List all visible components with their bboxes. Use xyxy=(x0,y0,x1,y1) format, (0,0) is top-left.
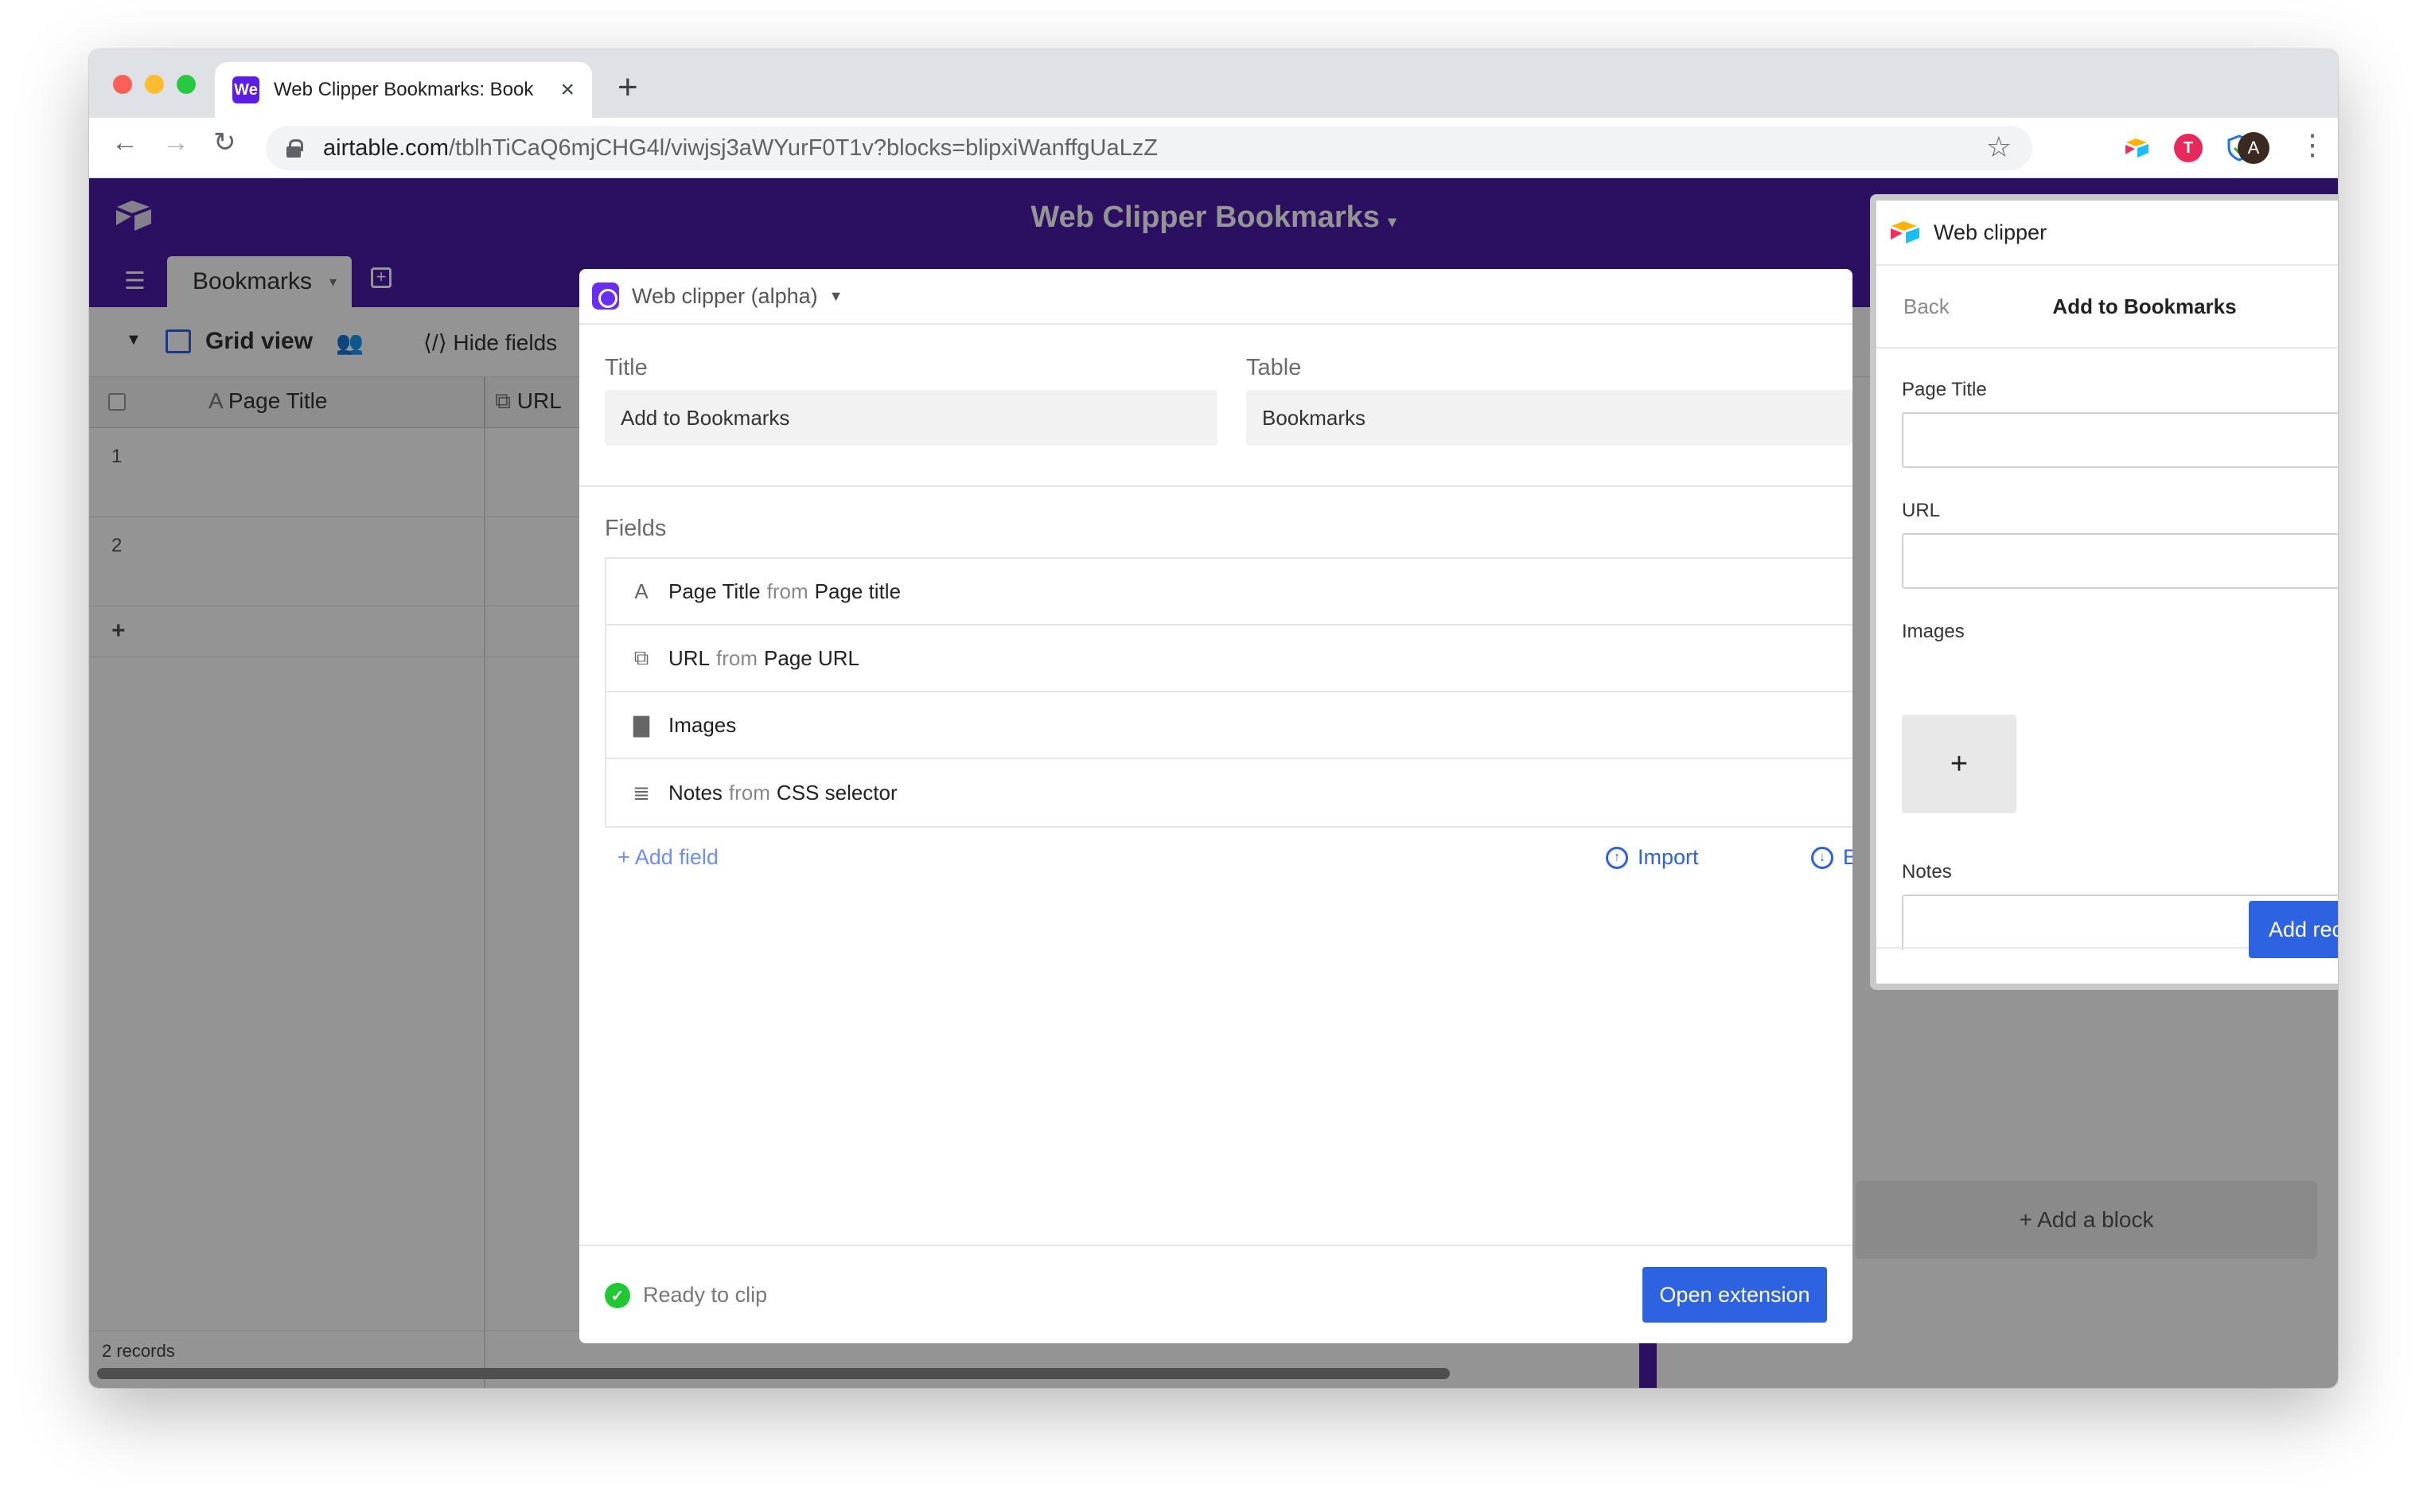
field-source: Page URL xyxy=(764,645,859,670)
modal-title: Web clipper (alpha) xyxy=(632,283,818,308)
open-extension-button[interactable]: Open extension xyxy=(1642,1267,1827,1323)
attachment-icon: ▇ xyxy=(633,712,649,737)
panel-subtitle: Add to Bookmarks xyxy=(2052,294,2237,318)
title-label: Title xyxy=(605,355,648,380)
reload-icon[interactable]: ↻ xyxy=(213,129,236,156)
browser-menu-icon[interactable]: ⋮ xyxy=(2298,131,2327,159)
address-bar[interactable]: airtable.com /tblhTiCaQ6mjCHG4l/viwjsj3a… xyxy=(266,126,2032,170)
field-from: from xyxy=(766,579,808,603)
url-field[interactable] xyxy=(1902,533,2338,589)
list-item[interactable]: ⧉ URL from Page URL xyxy=(606,625,1852,692)
page-title-field[interactable] xyxy=(1902,412,2338,468)
field-name: Page Title xyxy=(668,579,761,603)
upload-icon: ↑ xyxy=(1606,846,1628,869)
field-name: URL xyxy=(668,645,711,670)
t-extension-icon[interactable]: T xyxy=(2174,134,2203,162)
add-record-button[interactable]: Add record xyxy=(2249,901,2338,958)
tab-title: Web Clipper Bookmarks: Book xyxy=(274,79,534,100)
airtable-extension-icon[interactable] xyxy=(2123,134,2152,162)
maximize-window-button[interactable] xyxy=(177,75,196,94)
link-icon: ⧉ xyxy=(633,645,649,669)
list-item[interactable]: A Page Title from Page title xyxy=(606,559,1852,625)
panel-body: Web clipper ✕ Back Add to Bookmarks ••• … xyxy=(1876,201,2338,984)
browser-tab[interactable]: We Web Clipper Bookmarks: Book × xyxy=(215,62,592,118)
field-name: Notes xyxy=(668,780,723,805)
favicon-icon: We xyxy=(232,76,259,103)
list-item[interactable]: ▇ Images xyxy=(606,692,1852,759)
close-tab-icon[interactable]: × xyxy=(560,76,575,103)
panel-title: Web clipper xyxy=(1934,220,2047,244)
bookmark-star-icon[interactable]: ☆ xyxy=(1986,131,2012,164)
minimize-window-button[interactable] xyxy=(145,75,164,94)
browser-toolbar: ← → ↻ airtable.com /tblhTiCaQ6mjCHG4l/vi… xyxy=(89,118,2338,178)
web-clipper-icon xyxy=(592,283,619,310)
export-button[interactable]: ↓ Exp xyxy=(1811,845,1852,870)
panel-header: Web clipper ✕ xyxy=(1876,201,2338,266)
field-source: Page title xyxy=(814,579,902,603)
new-tab-icon[interactable]: + xyxy=(617,70,638,105)
url-path: /tblhTiCaQ6mjCHG4l/viwjsj3aWYurF0T1v?blo… xyxy=(448,134,1158,161)
browser-window: We Web Clipper Bookmarks: Book × + ← → ↻… xyxy=(89,49,2338,1388)
field-from: from xyxy=(728,780,770,805)
modal-header[interactable]: Web clipper (alpha) ▼ xyxy=(579,269,1852,325)
notes-label: Notes xyxy=(1902,861,1952,883)
tab-strip: We Web Clipper Bookmarks: Book × + xyxy=(89,49,2338,118)
panel-subheader: Back Add to Bookmarks ••• xyxy=(1876,266,2338,349)
page-title-label: Page Title xyxy=(1902,379,1987,400)
images-label: Images xyxy=(1902,621,1965,642)
table-select[interactable]: Bookmarks xyxy=(1246,390,1852,446)
chevron-down-icon[interactable]: ▼ xyxy=(829,288,843,305)
long-text-icon: ≣ xyxy=(633,780,650,805)
modal-footer: ✓ Ready to clip Open extension xyxy=(579,1245,1852,1343)
section-divider xyxy=(579,485,1852,487)
fields-list: A Page Title from Page title ⧉ URL from … xyxy=(605,557,1852,828)
back-arrow-icon[interactable]: ← xyxy=(111,129,138,156)
import-button[interactable]: ↑ Import xyxy=(1606,845,1699,870)
forward-arrow-icon[interactable]: → xyxy=(162,129,189,156)
add-field-button[interactable]: + Add field xyxy=(617,845,719,870)
title-input[interactable]: Add to Bookmarks xyxy=(605,390,1217,446)
url-label: URL xyxy=(1902,500,1941,521)
web-clipper-modal: Web clipper (alpha) ▼ Title Add to Bookm… xyxy=(579,269,1852,1343)
close-window-button[interactable] xyxy=(113,75,132,94)
check-circle-icon: ✓ xyxy=(605,1283,630,1308)
status-text: Ready to clip xyxy=(643,1283,768,1307)
export-label: Exp xyxy=(1843,845,1852,869)
profile-avatar[interactable]: A xyxy=(2238,132,2269,164)
field-name: Images xyxy=(668,712,737,737)
url-host: airtable.com xyxy=(323,134,449,161)
web-clipper-panel: Web clipper ✕ Back Add to Bookmarks ••• … xyxy=(1870,194,2338,990)
lock-icon xyxy=(286,139,303,158)
import-label: Import xyxy=(1638,845,1699,869)
airtable-logo-icon xyxy=(1891,221,1919,244)
text-icon: A xyxy=(634,579,649,603)
field-source: CSS selector xyxy=(776,780,898,805)
download-icon: ↓ xyxy=(1811,846,1833,869)
list-item[interactable]: ≣ Notes from CSS selector xyxy=(606,759,1852,826)
add-image-button[interactable]: + xyxy=(1902,715,2016,813)
field-from: from xyxy=(716,645,758,670)
fields-label: Fields xyxy=(605,516,667,541)
table-label: Table xyxy=(1246,355,1302,380)
